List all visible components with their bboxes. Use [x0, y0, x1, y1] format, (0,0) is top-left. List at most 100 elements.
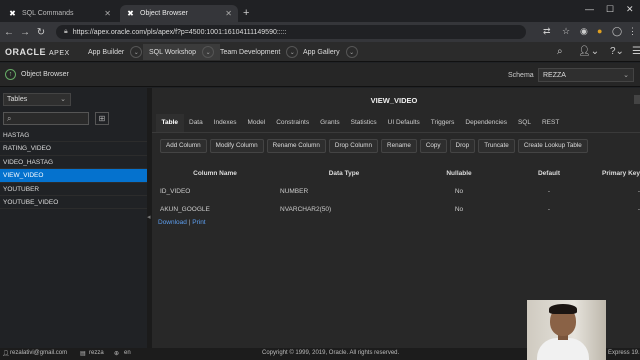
back-icon[interactable]: ←	[2, 27, 16, 38]
copyright: Copyright © 1999, 2019, Oracle. All righ…	[262, 350, 400, 356]
cell-primary-key: -	[637, 205, 640, 213]
more-menu-icon[interactable]: ☰	[632, 46, 640, 57]
schema-select[interactable]: REZZA ⌄	[538, 68, 634, 82]
column-header: Column Name	[193, 169, 237, 177]
divider	[152, 132, 640, 133]
copy-button[interactable]: Copy	[419, 139, 447, 153]
report-links: Download | Print	[158, 219, 206, 226]
help-icon[interactable]: ?⌄	[610, 46, 624, 57]
drop-column-button[interactable]: Drop Column	[328, 139, 379, 153]
list-item[interactable]: HASTAG	[0, 129, 147, 143]
url-field[interactable]: 🔒︎ https://apex.oracle.com/pls/apex/f?p=…	[56, 25, 526, 39]
column-header: Nullable	[446, 169, 472, 177]
tab-dependencies[interactable]: Dependencies	[460, 114, 513, 132]
menu-app-builder[interactable]: App Builder ⌄	[82, 44, 148, 60]
tab-label: SQL Commands	[22, 10, 74, 17]
column-header: Default	[537, 169, 561, 177]
chevron-down-icon[interactable]: ⌄	[130, 46, 143, 58]
profile-icon[interactable]: ◯	[612, 26, 622, 37]
collapse-icon[interactable]: ◂	[147, 213, 151, 221]
url-text: https://apex.oracle.com/pls/apex/f?p=450…	[72, 28, 287, 36]
reload-icon[interactable]: ↻	[34, 27, 48, 38]
page-title: ↑ Object Browser	[5, 69, 69, 80]
tab-indexes[interactable]: Indexes	[208, 114, 242, 132]
apex-favicon-icon: ✖	[127, 9, 134, 18]
tab-model[interactable]: Model	[242, 114, 271, 132]
browser-tab-object-browser[interactable]: ✖ Object Browser ✕	[120, 5, 238, 22]
webcam-overlay	[527, 300, 606, 360]
cell-primary-key: -	[637, 187, 640, 195]
tab-data[interactable]: Data	[184, 114, 209, 132]
cell-nullable: No	[454, 205, 464, 213]
minimize-icon[interactable]: —	[585, 4, 594, 14]
panel-toggle[interactable]	[634, 95, 640, 104]
print-link[interactable]: Print	[192, 219, 205, 226]
cell-default: -	[547, 205, 551, 213]
cell-data-type: NVARCHAR2(50)	[280, 205, 332, 213]
close-window-icon[interactable]: ✕	[626, 4, 634, 15]
up-arrow-icon[interactable]: ↑	[5, 69, 16, 80]
tab-grants[interactable]: Grants	[315, 114, 346, 132]
browser-tab-sql-commands[interactable]: ✖ SQL Commands ✕	[2, 5, 117, 22]
columns-table: Column Name Data Type Nullable Default P…	[156, 164, 640, 218]
cell-column-name: ID_VIDEO	[160, 187, 191, 195]
forward-icon[interactable]: →	[18, 27, 32, 38]
bookmark-star-icon[interactable]: ☆	[562, 26, 570, 37]
new-tab-icon[interactable]: +	[243, 7, 249, 19]
list-item[interactable]: VIDEO_HASTAG	[0, 156, 147, 170]
table-row: ID_VIDEO NUMBER No - -	[156, 182, 640, 200]
list-item[interactable]: YOUTUBER	[0, 183, 147, 196]
apex-header: ORACLE APEX App Builder ⌄ SQL Workshop ⌄…	[0, 42, 640, 62]
tab-table[interactable]: Table	[156, 114, 184, 132]
browser-menu-icon[interactable]: ⋮	[628, 26, 637, 37]
chevron-down-icon: ⌄	[60, 96, 66, 103]
cell-nullable: No	[454, 187, 464, 195]
apex-favicon-icon: ✖	[9, 9, 16, 18]
rename-button[interactable]: Rename	[381, 139, 417, 153]
close-tab-icon[interactable]: ✕	[225, 9, 232, 18]
rename-column-button[interactable]: Rename Column	[266, 139, 326, 153]
object-search-input[interactable]: ⌕	[3, 112, 89, 125]
close-tab-icon[interactable]: ✕	[104, 9, 111, 18]
language[interactable]: en	[124, 350, 131, 356]
add-column-button[interactable]: Add Column	[160, 139, 207, 153]
tab-rest[interactable]: REST	[536, 114, 564, 132]
create-lookup-table-button[interactable]: Create Lookup Table	[517, 139, 588, 153]
object-tabs: Table Data Indexes Model Constraints Gra…	[156, 114, 565, 132]
menu-sql-workshop[interactable]: SQL Workshop ⌄	[143, 44, 221, 60]
list-item-selected[interactable]: VIEW_VIDEO	[0, 169, 147, 183]
action-buttons: Add Column Modify Column Rename Column D…	[160, 139, 588, 153]
lock-icon: 🔒︎	[64, 28, 68, 35]
object-browser-header: ↑ Object Browser Schema REZZA ⌄	[0, 63, 640, 87]
search-icon[interactable]: ⌕	[557, 46, 563, 57]
table-row: AKUN_GOOGLE NVARCHAR2(50) No - -	[156, 200, 640, 218]
object-type-select[interactable]: Tables ⌄	[3, 93, 71, 106]
cell-column-name: AKUN_GOOGLE	[160, 205, 210, 213]
chevron-down-icon[interactable]: ⌄	[345, 46, 358, 58]
list-item[interactable]: RATING_VIDEO	[0, 142, 147, 156]
extension-bulb-icon[interactable]: ●	[597, 26, 602, 36]
chevron-down-icon: ⌄	[623, 72, 629, 79]
user-icon[interactable]: 👤︎⌄	[578, 46, 599, 57]
tab-triggers[interactable]: Triggers	[425, 114, 460, 132]
tab-constraints[interactable]: Constraints	[271, 114, 315, 132]
truncate-button[interactable]: Truncate	[478, 139, 515, 153]
chevron-down-icon[interactable]: ⌄	[202, 46, 215, 58]
table-header: Column Name Data Type Nullable Default P…	[156, 164, 640, 182]
tab-statistics[interactable]: Statistics	[345, 114, 382, 132]
cell-default: -	[547, 187, 551, 195]
extension-icon[interactable]: ◉	[580, 26, 588, 37]
modify-column-button[interactable]: Modify Column	[209, 139, 264, 153]
tab-ui-defaults[interactable]: UI Defaults	[382, 114, 425, 132]
download-link[interactable]: Download	[158, 219, 187, 226]
translate-icon[interactable]: ⇄	[543, 26, 551, 37]
tab-sql[interactable]: SQL	[512, 114, 536, 132]
object-title: VIEW_VIDEO	[370, 96, 418, 105]
menu-team-development[interactable]: Team Development ⌄	[214, 44, 304, 60]
create-object-button[interactable]: ⊞	[95, 112, 109, 125]
menu-app-gallery[interactable]: App Gallery ⌄	[297, 44, 364, 60]
maximize-icon[interactable]: ☐	[606, 4, 614, 15]
drop-button[interactable]: Drop	[449, 139, 476, 153]
oracle-apex-logo[interactable]: ORACLE APEX	[5, 47, 70, 57]
list-item[interactable]: YOUTUBE_VIDEO	[0, 196, 147, 210]
